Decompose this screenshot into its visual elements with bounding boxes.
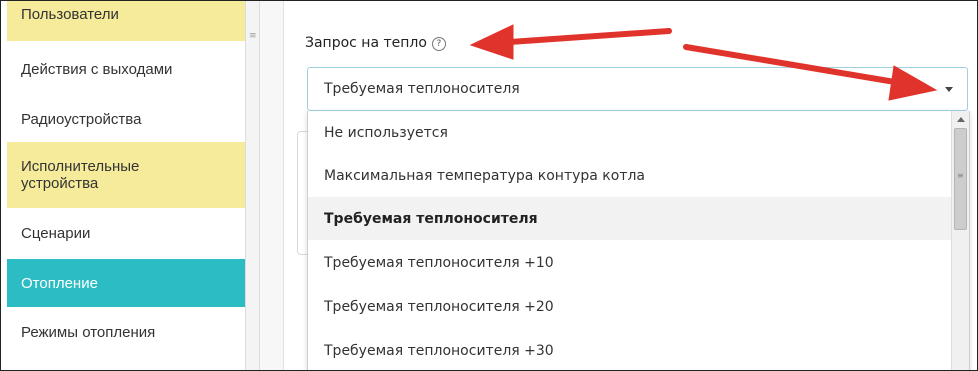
annotation-arrows bbox=[469, 24, 938, 101]
app-frame: Пользователи Действия с выходами Радиоус… bbox=[0, 0, 978, 371]
arrowhead-right-icon bbox=[888, 65, 938, 101]
annotation-arrow-left bbox=[493, 28, 672, 46]
annotation-arrow-right bbox=[683, 44, 904, 86]
arrowhead-left-icon bbox=[469, 24, 514, 60]
